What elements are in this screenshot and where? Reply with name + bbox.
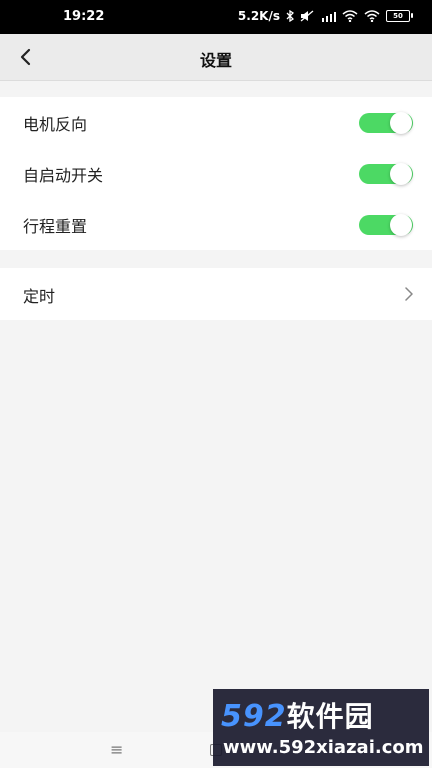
bluetooth-icon	[286, 10, 294, 22]
setting-label: 行程重置	[23, 216, 88, 236]
status-bar: 19:22 5.2K/s 50	[0, 0, 432, 34]
toggle-knob	[390, 213, 412, 236]
status-time: 19:22	[63, 9, 105, 24]
setting-row-travel-reset: 行程重置	[0, 199, 432, 250]
wifi-icon	[364, 10, 380, 22]
setting-label: 定时	[23, 287, 56, 306]
watermark-url: www.592xiazai.com	[223, 737, 424, 758]
travel-reset-toggle[interactable]	[359, 213, 413, 236]
setting-row-motor-reverse: 电机反向	[0, 97, 432, 148]
toggle-knob	[390, 111, 412, 134]
status-icons: 5.2K/s 50	[237, 9, 413, 23]
page-title: 设置	[199, 51, 232, 70]
settings-toggle-group: 电机反向 自启动开关 行程重置	[0, 97, 432, 250]
hd-signal-icon	[320, 10, 336, 22]
wifi-icon	[342, 10, 358, 22]
toggle-knob	[390, 162, 412, 185]
watermark-logo: 592软件园	[221, 699, 374, 734]
watermark: 592软件园 www.592xiazai.com	[213, 689, 429, 766]
mute-icon	[300, 10, 314, 22]
setting-label: 电机反向	[23, 114, 88, 134]
setting-row-timer[interactable]: 定时	[0, 268, 432, 320]
motor-reverse-toggle[interactable]	[359, 111, 413, 134]
network-speed: 5.2K/s	[237, 9, 280, 23]
battery-icon: 50	[386, 10, 413, 22]
setting-row-autostart: 自启动开关	[0, 148, 432, 199]
menu-icon[interactable]: ≡	[110, 740, 123, 759]
setting-label: 自启动开关	[23, 165, 104, 185]
autostart-toggle[interactable]	[359, 162, 413, 185]
chevron-right-icon	[401, 286, 415, 302]
nav-bar: 设置	[0, 34, 432, 81]
